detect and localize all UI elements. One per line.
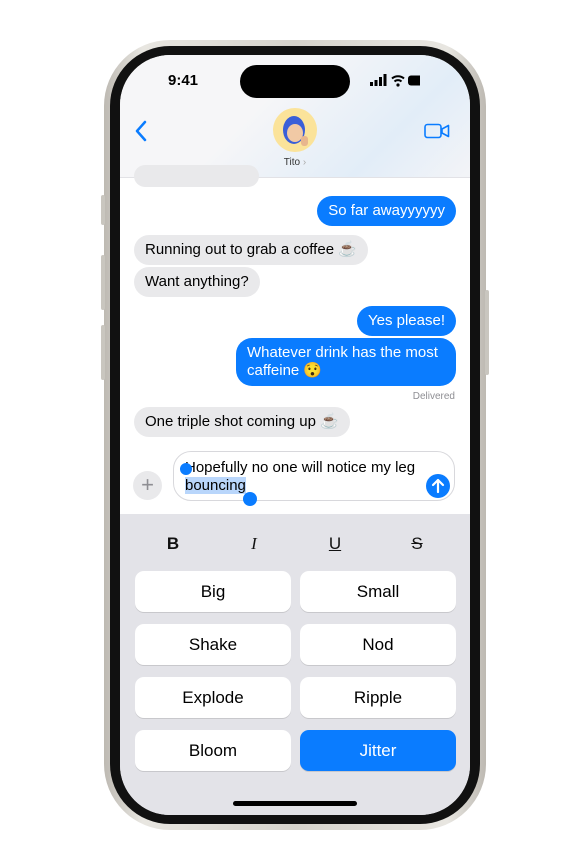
message-bubble-incoming: Want anything? (134, 267, 260, 297)
effect-button-jitter[interactable]: Jitter (300, 730, 456, 771)
effect-button-big[interactable]: Big (135, 571, 291, 612)
chevron-left-icon[interactable] (134, 120, 148, 142)
wifi-icon (391, 75, 405, 83)
send-button[interactable] (426, 474, 450, 498)
message-bubble-partial (134, 165, 259, 187)
home-indicator (233, 801, 357, 806)
selected-text[interactable]: bouncing (185, 477, 246, 494)
effect-button-small[interactable]: Small (300, 571, 456, 612)
avatar[interactable] (273, 108, 317, 152)
effect-button-nod[interactable]: Nod (300, 624, 456, 665)
message-bubble-outgoing: Whatever drink has the most caffeine 😯 (236, 338, 456, 386)
arrow-up-icon (431, 478, 445, 494)
screen: 9:41 Tito › So far awayyyyyy Running out… (120, 55, 470, 815)
strikethrough-button[interactable]: S (397, 534, 437, 554)
italic-button[interactable]: I (234, 534, 274, 554)
signal-icon (370, 74, 387, 86)
dynamic-island (240, 65, 350, 98)
battery-icon (408, 75, 420, 86)
message-bubble-incoming: Running out to grab a coffee ☕ (134, 235, 368, 265)
delivered-label: Delivered (412, 391, 455, 402)
volume-down-button (101, 325, 105, 380)
message-bubble-outgoing: Yes please! (356, 306, 456, 336)
effect-button-ripple[interactable]: Ripple (300, 677, 456, 718)
effect-button-bloom[interactable]: Bloom (135, 730, 291, 771)
selection-start-handle[interactable] (180, 463, 192, 475)
effect-button-shake[interactable]: Shake (135, 624, 291, 665)
status-icons (370, 74, 420, 87)
action-button (101, 195, 105, 225)
effect-button-explode[interactable]: Explode (135, 677, 291, 718)
conversation-header: 9:41 Tito › (120, 55, 470, 178)
status-time: 9:41 (168, 72, 199, 89)
volume-up-button (101, 255, 105, 310)
selection-end-handle[interactable] (243, 492, 257, 506)
chevron-right-icon: › (302, 157, 307, 168)
message-bubble-incoming: One triple shot coming up ☕ (134, 407, 350, 437)
plus-button[interactable]: + (133, 471, 162, 500)
underline-button[interactable]: U (315, 534, 355, 554)
message-bubble-outgoing: So far awayyyyyy (317, 196, 456, 226)
bold-button[interactable]: B (153, 534, 193, 554)
message-input[interactable]: Hopefully no one will notice my leg boun… (173, 451, 455, 506)
text-effects-panel: B I U S Big Small Shake Nod Explode Ripple Blo… (120, 514, 470, 815)
video-camera-icon[interactable] (424, 123, 450, 139)
side-button (485, 290, 489, 375)
